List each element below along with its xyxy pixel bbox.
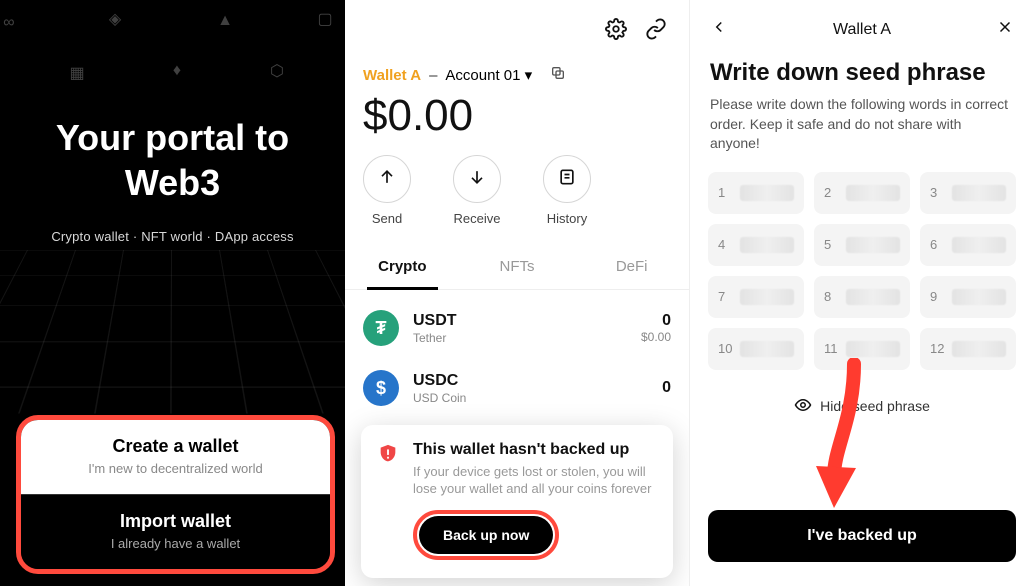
arrow-down-icon: [467, 167, 487, 192]
title-line1: Your portal to: [56, 117, 289, 158]
settings-icon[interactable]: [605, 18, 627, 45]
asset-row[interactable]: $ USDCUSD Coin 0: [363, 358, 671, 418]
ive-backed-up-button[interactable]: I've backed up: [708, 510, 1016, 562]
asset-fiat: $0.00: [641, 330, 671, 344]
receive-label: Receive: [454, 211, 501, 226]
seed-word-cell: 1: [708, 172, 804, 214]
receive-button[interactable]: Receive: [453, 155, 501, 226]
arrow-up-icon: [377, 167, 397, 192]
seed-word-blurred: [846, 289, 900, 305]
seed-index: 1: [718, 185, 732, 200]
seed-word-blurred: [740, 237, 794, 253]
total-balance: $0.00: [345, 85, 689, 155]
create-wallet-sub: I'm new to decentralized world: [31, 461, 320, 476]
seed-index: 12: [930, 341, 944, 356]
history-label: History: [547, 211, 587, 226]
asset-icon: $: [363, 370, 399, 406]
seed-word-blurred: [952, 237, 1006, 253]
seed-word-blurred: [740, 289, 794, 305]
seed-word-blurred: [846, 185, 900, 201]
seed-index: 5: [824, 237, 838, 252]
seed-index: 11: [824, 341, 838, 356]
account-label: Account 01: [445, 67, 520, 84]
seed-word-cell: 2: [814, 172, 910, 214]
onboarding-subtitle: Crypto wallet · NFT world · DApp access: [0, 229, 345, 244]
backup-warning-card: This wallet hasn't backed up If your dev…: [361, 425, 673, 578]
seed-word-cell: 5: [814, 224, 910, 266]
seed-word-cell: 12: [920, 328, 1016, 370]
seed-index: 4: [718, 237, 732, 252]
hide-seed-label: Hide seed phrase: [820, 398, 930, 414]
seed-word-blurred: [740, 341, 794, 357]
history-icon: [557, 167, 577, 192]
seed-word-blurred: [846, 237, 900, 253]
chevron-down-icon: ▾: [525, 67, 533, 84]
asset-name: Tether: [413, 331, 627, 345]
backup-title: This wallet hasn't backed up: [413, 441, 657, 459]
asset-amount: 0: [662, 379, 671, 397]
separator: –: [429, 67, 437, 84]
seed-word-cell: 8: [814, 276, 910, 318]
seed-words-grid: 123456789101112: [690, 172, 1034, 370]
import-wallet-button[interactable]: Import wallet I already have a wallet: [21, 494, 330, 569]
seed-index: 6: [930, 237, 944, 252]
seed-word-cell: 11: [814, 328, 910, 370]
history-button[interactable]: History: [543, 155, 591, 226]
seed-index: 2: [824, 185, 838, 200]
onboarding-options-highlight: Create a wallet I'm new to decentralized…: [16, 415, 335, 574]
seed-index: 9: [930, 289, 944, 304]
perspective-grid: [0, 250, 345, 414]
tab-nfts[interactable]: NFTs: [460, 244, 575, 289]
seed-index: 10: [718, 341, 732, 356]
seed-word-blurred: [952, 185, 1006, 201]
seed-title: Write down seed phrase: [690, 49, 1034, 95]
asset-icon: ₮: [363, 310, 399, 346]
seed-instructions: Please write down the following words in…: [690, 95, 1034, 172]
send-label: Send: [372, 211, 402, 226]
shield-alert-icon: [377, 443, 399, 560]
seed-word-cell: 4: [708, 224, 804, 266]
import-wallet-title: Import wallet: [31, 511, 320, 532]
back-button[interactable]: [710, 18, 728, 41]
send-button[interactable]: Send: [363, 155, 411, 226]
seed-word-blurred: [740, 185, 794, 201]
seed-word-blurred: [846, 341, 900, 357]
asset-symbol: USDT: [413, 312, 627, 330]
asset-amount: 0: [641, 312, 671, 330]
asset-row[interactable]: ₮ USDTTether 0$0.00: [363, 298, 671, 358]
eye-icon: [794, 396, 812, 417]
backup-button-highlight: Back up now: [413, 510, 559, 560]
backup-now-button[interactable]: Back up now: [419, 516, 553, 554]
asset-symbol: USDC: [413, 372, 648, 390]
create-wallet-title: Create a wallet: [31, 436, 320, 457]
seed-word-cell: 9: [920, 276, 1016, 318]
seed-word-cell: 6: [920, 224, 1016, 266]
seed-word-cell: 7: [708, 276, 804, 318]
seed-word-blurred: [952, 289, 1006, 305]
backup-subtitle: If your device gets lost or stolen, you …: [413, 463, 657, 498]
import-wallet-sub: I already have a wallet: [31, 536, 320, 551]
copy-address-icon[interactable]: [550, 65, 566, 85]
account-selector[interactable]: Account 01 ▾: [445, 66, 532, 84]
tab-defi[interactable]: DeFi: [574, 244, 689, 289]
seed-index: 3: [930, 185, 944, 200]
seed-word-cell: 10: [708, 328, 804, 370]
seed-word-cell: 3: [920, 172, 1016, 214]
tab-crypto[interactable]: Crypto: [345, 244, 460, 289]
onboarding-title: Your portal to Web3: [0, 115, 345, 205]
seed-header-title: Wallet A: [833, 21, 891, 39]
seed-index: 8: [824, 289, 838, 304]
seed-index: 7: [718, 289, 732, 304]
seed-phrase-panel: Wallet A Write down seed phrase Please w…: [690, 0, 1034, 586]
create-wallet-button[interactable]: Create a wallet I'm new to decentralized…: [21, 420, 330, 494]
connect-icon[interactable]: [645, 18, 667, 45]
title-line2: Web3: [125, 162, 220, 203]
close-button[interactable]: [996, 18, 1014, 41]
onboarding-panel: ∞ ◈ ▲ ▢ ▦ ♦ ⬡ Your portal to Web3 Crypto…: [0, 0, 345, 586]
asset-name: USD Coin: [413, 391, 648, 405]
seed-word-blurred: [952, 341, 1006, 357]
wallet-name[interactable]: Wallet A: [363, 67, 421, 84]
hide-seed-toggle[interactable]: Hide seed phrase: [690, 370, 1034, 427]
wallet-home-panel: Wallet A – Account 01 ▾ $0.00 Send Recei…: [345, 0, 690, 586]
